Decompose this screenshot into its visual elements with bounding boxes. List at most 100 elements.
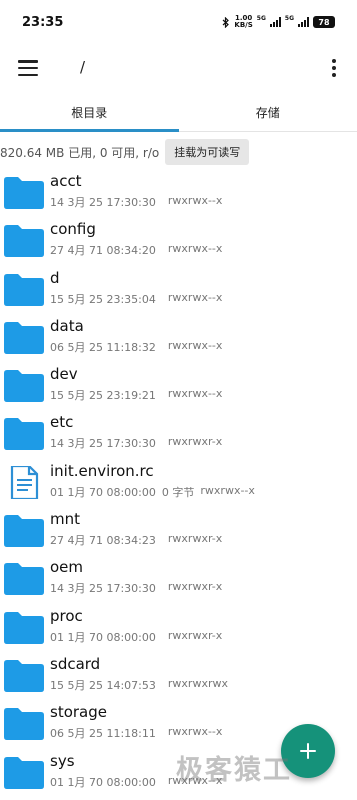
file-permissions: rwxrwxr-x [167, 435, 223, 449]
add-button[interactable] [281, 724, 335, 778]
file-date: 15 5月 25 23:35:04 [50, 292, 156, 306]
file-list: acct 14 3月 25 17:30:30 rwxrwx--x config 27 4… [0, 168, 357, 796]
tab-root-label: 根目录 [71, 106, 108, 120]
folder-icon [4, 611, 44, 644]
status-icons: 1.00 KB/S 5G 5G 78 [222, 15, 335, 29]
file-row[interactable]: config 27 4月 71 08:34:20 rwxrwx--x [0, 216, 357, 264]
file-name: init.environ.rc [50, 461, 154, 480]
file-name: sys [50, 751, 75, 770]
folder-icon [4, 562, 44, 596]
file-permissions: rwxrwxr-x [167, 628, 223, 642]
file-permissions: rwxrwxrwx [167, 676, 228, 690]
file-row[interactable]: proc 01 1月 70 08:00:00 rwxrwxr-x [0, 603, 357, 651]
file-meta: 14 3月 25 17:30:30 rwxrwx--x [50, 194, 222, 210]
speed-unit: KB/S [234, 21, 253, 29]
file-name: etc [50, 413, 74, 432]
file-permissions: rwxrwx--x [167, 387, 223, 401]
file-permissions: rwxrwx--x [167, 773, 223, 787]
folder-icon [4, 514, 44, 548]
file-permissions: rwxrwx--x [167, 194, 223, 207]
file-name: storage [50, 703, 107, 722]
tab-storage[interactable]: 存储 [179, 94, 357, 131]
file-name: proc [50, 606, 83, 625]
folder-icon [4, 321, 44, 354]
file-meta: 01 1月 70 08:00:00 0 字节 rwxrwx--x [50, 484, 255, 500]
file-meta: 01 1月 70 08:00:00 rwxrwx--x [50, 774, 222, 790]
file-date: 15 5月 25 14:07:53 [50, 678, 156, 692]
file-icon [4, 464, 44, 500]
file-date: 06 5月 25 11:18:11 [50, 727, 156, 741]
file-row[interactable]: mnt 27 4月 71 08:34:23 rwxrwxr-x [0, 506, 357, 554]
file-name: d [50, 268, 60, 287]
network-type-2: 5G [284, 15, 294, 22]
file-date: 01 1月 70 08:00:00 [50, 775, 156, 789]
file-name: oem [50, 558, 84, 577]
file-meta: 01 1月 70 08:00:00 rwxrwxr-x [50, 629, 222, 645]
file-meta: 27 4月 71 08:34:20 rwxrwx--x [50, 242, 222, 258]
mount-rw-button[interactable]: 挂载为可读写 [165, 139, 250, 165]
file-date: 14 3月 25 17:30:30 [50, 196, 156, 209]
folder-icon [4, 417, 44, 451]
file-meta: 15 5月 25 23:19:21 rwxrwx--x [50, 387, 222, 403]
network-speed: 1.00 KB/S [234, 15, 252, 29]
tab-storage-label: 存储 [255, 106, 280, 120]
tab-root[interactable]: 根目录 [0, 94, 179, 132]
file-meta: 15 5月 25 14:07:53 rwxrwxrwx [50, 677, 228, 693]
file-row[interactable]: acct 14 3月 25 17:30:30 rwxrwx--x [0, 168, 357, 216]
file-row[interactable]: oem 14 3月 25 17:30:30 rwxrwxr-x [0, 554, 357, 602]
file-meta: 06 5月 25 11:18:11 rwxrwx--x [50, 725, 222, 741]
file-name: dev [50, 365, 78, 384]
signal-icon [269, 17, 281, 27]
status-bar: 23:35 1.00 KB/S 5G 5G 78 [0, 0, 357, 44]
more-vert-icon[interactable] [331, 59, 337, 77]
file-date: 15 5月 25 23:19:21 [50, 389, 156, 403]
battery-icon: 78 [313, 16, 335, 28]
file-date: 06 5月 25 11:18:32 [50, 340, 156, 354]
folder-icon [4, 273, 44, 306]
file-name: mnt [50, 510, 80, 529]
file-row[interactable]: d 15 5月 25 23:35:04 rwxrwx--x [0, 265, 357, 313]
file-permissions: rwxrwx--x [167, 725, 223, 739]
file-row[interactable]: sdcard 15 5月 25 14:07:53 rwxrwxrwx [0, 651, 357, 699]
file-name: sdcard [50, 654, 101, 673]
file-meta: 14 3月 25 17:30:30 rwxrwxr-x [50, 435, 222, 451]
file-name: acct [50, 172, 82, 190]
status-time: 23:35 [22, 14, 64, 30]
file-meta: 14 3月 25 17:30:30 rwxrwxr-x [50, 580, 222, 596]
app-bar: / [0, 44, 357, 94]
folder-icon [4, 756, 44, 789]
file-row[interactable]: dev 15 5月 25 23:19:21 rwxrwx--x [0, 361, 357, 409]
file-date: 27 4月 71 08:34:23 [50, 534, 156, 548]
file-row[interactable]: init.environ.rc 01 1月 70 08:00:00 0 字节 rwxr… [0, 458, 357, 506]
file-permissions: rwxrwx--x [167, 290, 223, 304]
file-name: config [50, 220, 96, 239]
file-permissions: rwxrwxr-x [167, 580, 223, 594]
file-name: data [50, 316, 84, 335]
file-permissions: rwxrwx--x [167, 242, 223, 256]
file-permissions: rwxrwx--x [200, 483, 255, 497]
file-permissions: rwxrwxr-x [167, 532, 223, 546]
file-meta: 15 5月 25 23:35:04 rwxrwx--x [50, 291, 222, 307]
folder-icon [4, 707, 44, 741]
file-date: 27 4月 71 08:34:20 [50, 244, 156, 258]
file-row[interactable]: etc 14 3月 25 17:30:30 rwxrwxr-x [0, 409, 357, 457]
file-size: 0 字节 [161, 485, 195, 499]
add-icon [300, 743, 316, 759]
network-type-1: 5G [256, 15, 266, 22]
menu-icon[interactable] [18, 60, 38, 76]
storage-info-bar: 820.64 MB 已用, 0 可用, r/o 挂载为可读写 [0, 138, 357, 166]
folder-icon [4, 224, 44, 258]
storage-usage-text: 820.64 MB 已用, 0 可用, r/o [0, 145, 160, 160]
bluetooth-icon [223, 16, 230, 28]
signal-icon [298, 17, 309, 27]
file-date: 14 3月 25 17:30:30 [50, 582, 156, 596]
file-date: 14 3月 25 17:30:30 [50, 437, 156, 451]
file-permissions: rwxrwx--x [167, 338, 223, 352]
current-path: / [80, 58, 86, 76]
file-meta: 27 4月 71 08:34:23 rwxrwxr-x [50, 532, 222, 548]
tab-bar: 根目录 存储 [0, 94, 357, 132]
file-date: 01 1月 70 08:00:00 [50, 485, 156, 499]
file-row[interactable]: data 06 5月 25 11:18:32 rwxrwx--x [0, 313, 357, 361]
folder-icon [4, 369, 44, 403]
file-date: 01 1月 70 08:00:00 [50, 630, 156, 644]
